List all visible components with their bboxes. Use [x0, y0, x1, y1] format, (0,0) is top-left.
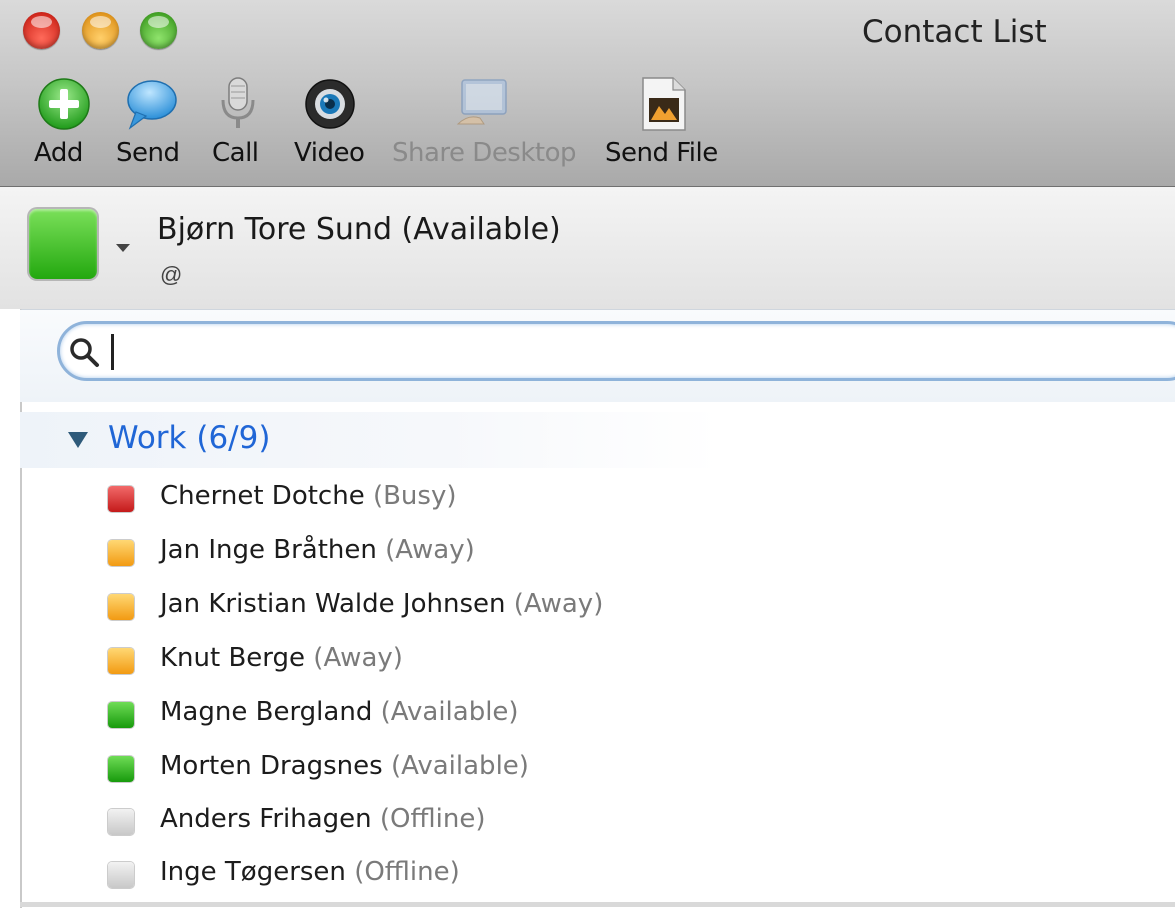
contact-row[interactable]: Anders Frihagen (Offline): [108, 802, 808, 842]
contact-name: Morten Dragsnes: [160, 751, 383, 781]
minimize-window-button[interactable]: [82, 12, 119, 49]
contact-status: (Away): [313, 643, 403, 673]
contact-name: Anders Frihagen: [160, 804, 372, 834]
share-desktop-label: Share Desktop: [392, 138, 577, 168]
contact-status: (Available): [390, 751, 529, 781]
contact-name: Magne Bergland: [160, 697, 373, 727]
status-indicator: [108, 648, 134, 674]
group-label: Work (6/9): [108, 420, 271, 456]
file-icon: [642, 77, 686, 131]
contact-status: (Away): [513, 589, 604, 619]
contact-row[interactable]: Knut Berge (Away): [108, 641, 808, 681]
status-indicator: [108, 756, 134, 782]
contact-status: (Offline): [354, 857, 460, 887]
send-message-button[interactable]: Send: [116, 74, 186, 174]
contact-row[interactable]: Jan Inge Bråthen (Away): [108, 533, 808, 573]
status-indicator: [108, 486, 134, 512]
my-display-name: Bjørn Tore Sund (Available): [157, 212, 561, 247]
contact-status: (Available): [380, 697, 519, 727]
status-indicator: [108, 809, 134, 835]
window-title: Contact List: [862, 14, 1047, 50]
contact-row[interactable]: Jan Kristian Walde Johnsen (Away): [108, 587, 808, 627]
share-desktop-button[interactable]: Share Desktop: [392, 74, 582, 174]
text-cursor: [111, 334, 114, 370]
chevron-down-icon[interactable]: [116, 244, 130, 252]
send-file-button[interactable]: Send File: [605, 74, 725, 174]
status-indicator: [108, 702, 134, 728]
contact-name: Jan Inge Bråthen: [160, 535, 377, 565]
contact-status: (Away): [385, 535, 475, 565]
search-input[interactable]: [57, 321, 1175, 381]
microphone-icon: [221, 77, 255, 128]
call-button[interactable]: Call: [210, 74, 266, 174]
contact-status: (Offline): [379, 804, 486, 834]
search-icon: [70, 338, 99, 367]
contact-name: Inge Tøgersen: [160, 857, 346, 887]
bottom-divider: [20, 902, 1175, 907]
status-indicator: [108, 594, 134, 620]
add-button[interactable]: Add: [34, 74, 94, 174]
contact-name: Chernet Dotche: [160, 481, 365, 511]
call-label: Call: [212, 138, 259, 168]
add-icon: [38, 78, 90, 130]
send-label: Send: [116, 138, 180, 168]
zoom-window-button[interactable]: [140, 12, 177, 49]
my-status-header: [0, 187, 1175, 309]
contact-row[interactable]: Chernet Dotche (Busy): [108, 479, 808, 519]
my-status-indicator[interactable]: [29, 209, 97, 279]
add-label: Add: [34, 138, 83, 168]
contact-name: Knut Berge: [160, 643, 306, 673]
send-file-label: Send File: [605, 138, 718, 168]
contact-status: (Busy): [372, 481, 457, 511]
contact-row[interactable]: Magne Bergland (Available): [108, 695, 808, 735]
video-label: Video: [294, 138, 365, 168]
contact-row[interactable]: Inge Tøgersen (Offline): [108, 855, 808, 895]
status-indicator: [108, 540, 134, 566]
contact-row[interactable]: Morten Dragsnes (Available): [108, 749, 808, 789]
share-desktop-icon: [456, 79, 507, 125]
contact-name: Jan Kristian Walde Johnsen: [160, 589, 506, 619]
webcam-icon: [305, 79, 355, 129]
chat-bubble-icon: [127, 80, 177, 130]
video-button[interactable]: Video: [294, 74, 370, 174]
status-indicator: [108, 862, 134, 888]
my-address: @: [160, 262, 183, 287]
close-window-button[interactable]: [23, 12, 60, 49]
disclosure-triangle-icon[interactable]: [68, 432, 88, 448]
